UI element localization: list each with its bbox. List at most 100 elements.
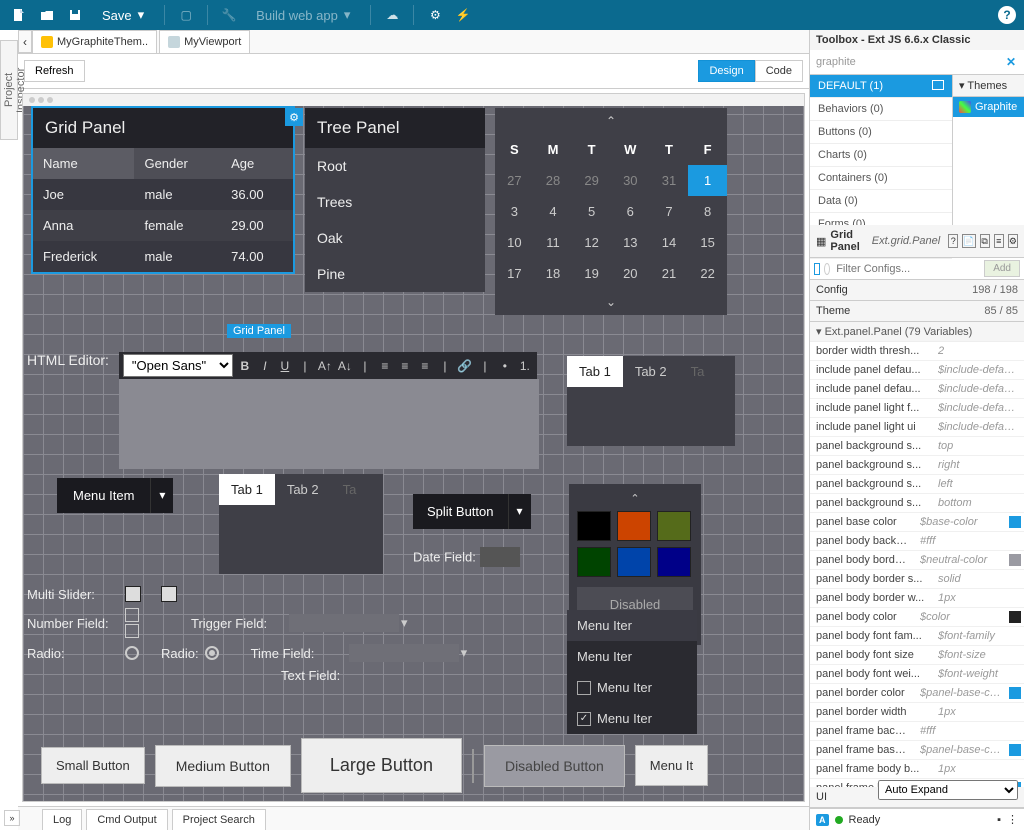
menu-item[interactable]: Menu Iter (567, 641, 697, 672)
tab-2[interactable]: Tab 2 (275, 474, 331, 505)
color-swatch[interactable] (617, 547, 651, 577)
save-button[interactable]: Save▾ (92, 4, 154, 26)
color-swatch[interactable] (617, 511, 651, 541)
theme-graphite[interactable]: Graphite (953, 97, 1024, 117)
theme-var-row[interactable]: panel body border w...1px (810, 589, 1024, 608)
trigger-field[interactable] (289, 614, 399, 632)
docs-icon[interactable]: 📄 (962, 234, 975, 248)
toolbox-category[interactable]: DEFAULT (1) (810, 75, 952, 98)
color-swatch[interactable] (1009, 535, 1021, 547)
gear-icon[interactable]: ⚙ (424, 4, 446, 26)
list-ul-icon[interactable]: • (497, 359, 513, 373)
font-select[interactable]: "Open Sans" (123, 354, 233, 377)
list-ol-icon[interactable]: 1. (517, 359, 533, 373)
color-swatch[interactable] (657, 547, 691, 577)
time-field[interactable] (349, 644, 459, 662)
build-button[interactable]: Build web app▾ (246, 4, 360, 26)
link-icon[interactable]: 🔗 (457, 359, 473, 373)
chevron-down-icon[interactable]: ▾ (150, 478, 173, 513)
open-icon[interactable] (36, 4, 58, 26)
tree-item[interactable]: Pine (305, 256, 485, 292)
tab-viewport[interactable]: MyViewport (159, 30, 250, 53)
help-icon[interactable]: ? (948, 234, 958, 248)
cal-next[interactable]: ⌄ (495, 289, 727, 315)
spinner-down[interactable] (125, 624, 139, 638)
menu-button[interactable]: Menu Item ▾ (57, 478, 173, 513)
theme-var-row[interactable]: panel body border c...$neutral-color (810, 551, 1024, 570)
chevron-down-icon[interactable]: ▾ (401, 615, 408, 631)
col-age[interactable]: Age (221, 148, 293, 179)
toolbox-category[interactable]: Data (0) (810, 190, 952, 213)
filter-circle-icon[interactable] (824, 263, 830, 275)
var-group[interactable]: ▾ Ext.panel.Panel (79 Variables) (810, 322, 1024, 342)
tree-item[interactable]: Oak (305, 220, 485, 256)
theme-var-row[interactable]: include panel defau...$include-default-u… (810, 361, 1024, 380)
help-icon[interactable]: ? (998, 6, 1016, 24)
medium-button[interactable]: Medium Button (155, 745, 291, 787)
wrench-icon[interactable]: 🔧 (218, 4, 240, 26)
theme-var-row[interactable]: panel body color$color (810, 608, 1024, 627)
slider-thumb[interactable] (125, 586, 141, 602)
split-button[interactable]: Split Button ▾ (413, 494, 531, 529)
config-section[interactable]: Config (810, 280, 917, 300)
filter-configs-input[interactable] (834, 261, 980, 277)
italic-icon[interactable]: I (257, 359, 273, 373)
table-row[interactable]: Frederickmale74.00 (33, 241, 293, 272)
table-row[interactable]: Joemale36.00 (33, 179, 293, 210)
radio-button[interactable] (125, 646, 139, 660)
toolbox-category[interactable]: Buttons (0) (810, 121, 952, 144)
theme-var-row[interactable]: panel background s...left (810, 475, 1024, 494)
tab-1[interactable]: Tab 1 (567, 356, 623, 387)
toolbox-category[interactable]: Containers (0) (810, 167, 952, 190)
save-icon[interactable] (64, 4, 86, 26)
html-editor[interactable]: HTML Editor: "Open Sans" B I U | A↑ A↓ |… (27, 352, 547, 472)
large-button[interactable]: Large Button (301, 738, 462, 793)
tab-theme[interactable]: MyGraphiteThem.. (32, 30, 157, 53)
menu-button[interactable]: Menu It (635, 745, 708, 786)
theme-var-row[interactable]: panel body border s...solid (810, 570, 1024, 589)
theme-var-row[interactable]: panel background s...top (810, 437, 1024, 456)
theme-var-row[interactable]: panel body font size$font-size (810, 646, 1024, 665)
new-icon[interactable] (8, 4, 30, 26)
font-grow-icon[interactable]: A↑ (317, 359, 333, 373)
project-inspector-tab[interactable]: Project Inspector (0, 40, 18, 140)
project-search-tab[interactable]: Project Search (172, 809, 266, 830)
gear-icon[interactable]: ⚙ (1008, 234, 1018, 248)
theme-var-row[interactable]: include panel defau...$include-default-u… (810, 380, 1024, 399)
theme-section[interactable]: Theme (810, 301, 917, 321)
toolbox-search[interactable] (814, 54, 1002, 70)
editor-body[interactable] (119, 379, 539, 469)
add-button[interactable]: Add (984, 260, 1020, 277)
tab-2[interactable]: Tab 2 (623, 356, 679, 387)
menu-list[interactable]: Menu Iter Menu Iter Menu Iter ✓Menu Iter (567, 610, 697, 734)
chevron-down-icon[interactable]: ▾ (461, 645, 468, 661)
slider-thumb[interactable] (161, 586, 177, 602)
code-tab[interactable]: Code (755, 60, 803, 82)
list-icon[interactable]: ≡ (994, 234, 1004, 248)
status-grip-icon[interactable]: ⋮ (1007, 813, 1018, 826)
theme-var-row[interactable]: panel base color$base-color (810, 513, 1024, 532)
theme-var-row[interactable]: panel background s...bottom (810, 494, 1024, 513)
auto-expand-select[interactable]: Auto Expand (878, 780, 1018, 800)
theme-var-row[interactable]: panel frame body b...1px (810, 760, 1024, 779)
bold-icon[interactable]: B (237, 359, 253, 373)
color-swatch[interactable] (657, 511, 691, 541)
theme-var-row[interactable]: panel frame backgr...#fff (810, 722, 1024, 741)
preview-icon[interactable]: ▢ (175, 4, 197, 26)
bolt-icon[interactable]: ⚡ (452, 4, 474, 26)
col-gender[interactable]: Gender (134, 148, 221, 179)
color-swatch[interactable] (577, 547, 611, 577)
small-button[interactable]: Small Button (41, 747, 145, 784)
tree-panel[interactable]: Tree Panel Root Trees Oak Pine (305, 108, 485, 292)
table-row[interactable]: Annafemale29.00 (33, 210, 293, 241)
cp-prev[interactable]: ⌃ (577, 492, 693, 511)
theme-var-row[interactable]: panel body font wei...$font-weight (810, 665, 1024, 684)
status-square-icon[interactable]: ▪ (997, 814, 1001, 826)
tab-1[interactable]: Tab 1 (219, 474, 275, 505)
filter-toggle[interactable] (814, 263, 820, 275)
tab-scroll-left[interactable]: ‹ (18, 30, 32, 53)
underline-icon[interactable]: U (277, 359, 293, 373)
color-swatch[interactable] (577, 511, 611, 541)
theme-var-row[interactable]: panel body backgro...#fff (810, 532, 1024, 551)
align-left-icon[interactable]: ≡ (377, 359, 393, 373)
